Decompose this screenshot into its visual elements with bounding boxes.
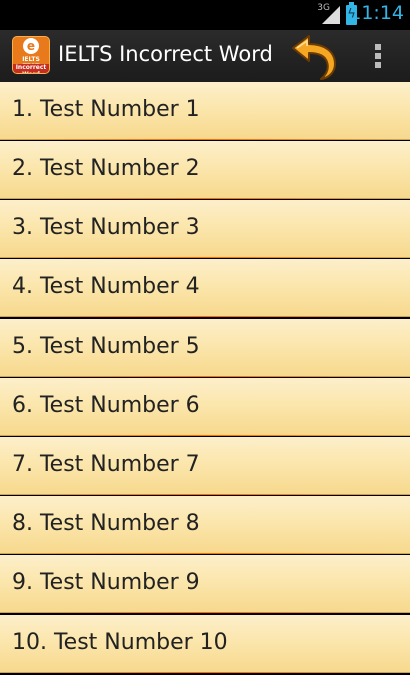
list-item-test-10[interactable]: 10. Test Number 10: [0, 615, 410, 673]
list-item-label: 8. Test Number 8: [12, 511, 200, 536]
list-item-test-2[interactable]: 2. Test Number 2: [0, 141, 410, 199]
list-item-label: 10. Test Number 10: [12, 630, 228, 655]
test-list: 1. Test Number 1 2. Test Number 2 3. Tes…: [0, 82, 410, 675]
list-item-test-3[interactable]: 3. Test Number 3: [0, 200, 410, 258]
action-bar: e IELTS TEST Incorrect Word IELTS Incorr…: [0, 30, 410, 82]
list-item-label: 9. Test Number 9: [12, 570, 200, 595]
status-bar: 3G ϟ 11:14: [0, 0, 410, 30]
list-item-label: 2. Test Number 2: [12, 156, 200, 181]
overflow-dot: [375, 44, 381, 50]
list-item-test-7[interactable]: 7. Test Number 7: [0, 437, 410, 495]
app-icon-line2: Incorrect Word: [13, 64, 49, 73]
divider: [0, 316, 410, 317]
list-item-label: 3. Test Number 3: [12, 215, 200, 240]
list-item-test-6[interactable]: 6. Test Number 6: [0, 378, 410, 436]
app-icon-letter: e: [23, 38, 39, 54]
clock: 11:14: [349, 2, 404, 24]
overflow-dot: [375, 53, 381, 59]
divider: [0, 494, 410, 495]
list-item-label: 6. Test Number 6: [12, 393, 200, 418]
list-item-test-8[interactable]: 8. Test Number 8: [0, 496, 410, 554]
list-item-label: 7. Test Number 7: [12, 452, 200, 477]
divider: [0, 257, 410, 258]
divider: [0, 672, 410, 673]
divider: [0, 553, 410, 554]
list-item-test-4[interactable]: 4. Test Number 4: [0, 259, 410, 317]
divider: [0, 198, 410, 199]
overflow-menu-button[interactable]: [366, 40, 390, 72]
list-item-label: 1. Test Number 1: [12, 97, 200, 122]
list-item-label: 4. Test Number 4: [12, 274, 200, 299]
list-item-test-9[interactable]: 9. Test Number 9: [0, 555, 410, 613]
divider: [0, 612, 410, 613]
list-item-label: 5. Test Number 5: [12, 334, 200, 359]
app-title: IELTS Incorrect Word: [58, 42, 273, 66]
app-icon[interactable]: e IELTS TEST Incorrect Word: [12, 36, 50, 74]
back-button[interactable]: [287, 34, 339, 80]
divider: [0, 435, 410, 436]
list-item-test-5[interactable]: 5. Test Number 5: [0, 319, 410, 377]
divider: [0, 139, 410, 140]
overflow-dot: [375, 62, 381, 68]
signal-icon: [322, 6, 340, 24]
back-arrow-icon: [292, 35, 336, 80]
list-item-test-1[interactable]: 1. Test Number 1: [0, 82, 410, 140]
divider: [0, 376, 410, 377]
